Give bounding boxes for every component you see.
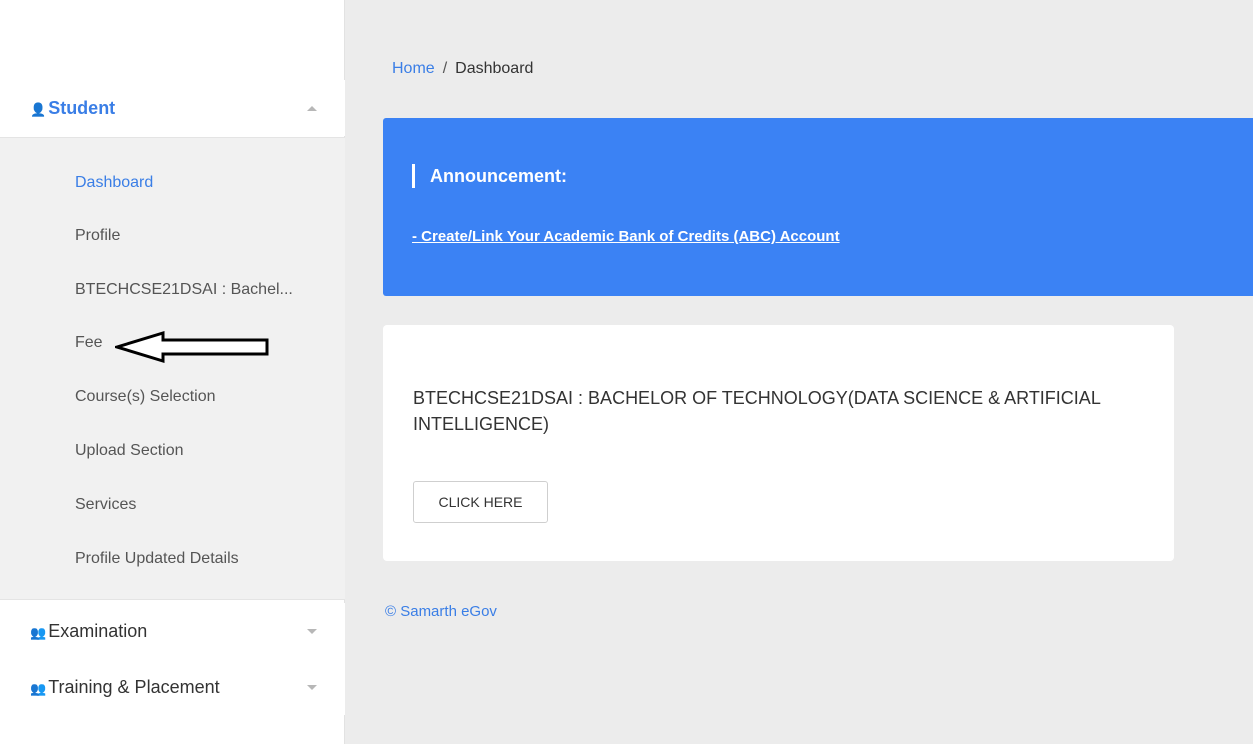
breadcrumb-current: Dashboard	[455, 60, 534, 77]
sidebar-item-profile-updated-details[interactable]: Profile Updated Details	[75, 550, 239, 568]
program-card: BTECHCSE21DSAI : BACHELOR OF TECHNOLOGY(…	[383, 325, 1174, 561]
footer-copyright: © Samarth eGov	[385, 603, 497, 620]
breadcrumb-separator: /	[442, 60, 448, 77]
sidebar-section-student[interactable]: 👤 Student	[0, 80, 345, 136]
sidebar-item-fee[interactable]: Fee	[75, 334, 103, 352]
announcement-panel: Announcement: - Create/Link Your Academi…	[383, 118, 1253, 296]
chevron-up-icon	[307, 105, 317, 111]
sidebar: 👤 Student Dashboard Profile BTECHCSE21DSA…	[0, 0, 345, 744]
abc-account-link[interactable]: - Create/Link Your Academic Bank of Cred…	[412, 228, 840, 245]
announcement-title: Announcement:	[412, 164, 567, 188]
annotation-arrow-icon	[115, 330, 269, 364]
examination-section-label: 👥 Examination	[30, 620, 148, 641]
breadcrumb: Home / Dashboard	[392, 60, 533, 78]
program-title: BTECHCSE21DSAI : BACHELOR OF TECHNOLOGY(…	[413, 388, 1101, 434]
sidebar-item-upload-section[interactable]: Upload Section	[75, 442, 184, 460]
people-icon: 👥	[30, 680, 47, 696]
sidebar-item-dashboard[interactable]: Dashboard	[75, 174, 153, 192]
sidebar-item-program[interactable]: BTECHCSE21DSAI : Bachel...	[75, 281, 293, 299]
sidebar-section-examination[interactable]: 👥 Examination	[0, 603, 345, 659]
sidebar-item-course-selection[interactable]: Course(s) Selection	[75, 388, 216, 406]
breadcrumb-home-link[interactable]: Home	[392, 60, 435, 77]
chevron-down-icon	[307, 684, 317, 690]
person-icon: 👤	[30, 101, 47, 117]
student-submenu: Dashboard Profile BTECHCSE21DSAI : Bache…	[0, 137, 345, 600]
sidebar-item-profile[interactable]: Profile	[75, 227, 120, 245]
chevron-down-icon	[307, 628, 317, 634]
student-section-label: 👤 Student	[30, 97, 116, 118]
sidebar-section-training[interactable]: 👥 Training & Placement	[0, 659, 345, 715]
sidebar-item-services[interactable]: Services	[75, 496, 136, 514]
click-here-button[interactable]: CLICK HERE	[413, 481, 548, 523]
people-icon: 👥	[30, 624, 47, 640]
training-section-label: 👥 Training & Placement	[30, 676, 220, 697]
